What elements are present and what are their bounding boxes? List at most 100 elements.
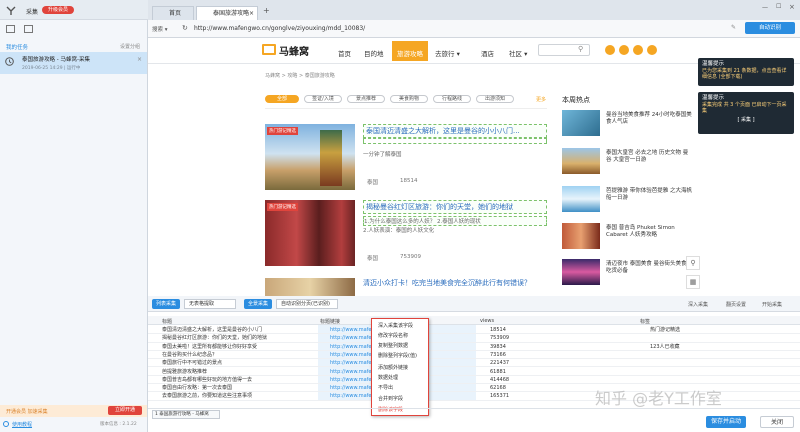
upgrade-button[interactable]: 立即开通 bbox=[108, 406, 142, 415]
nav-destination[interactable]: 目的地 bbox=[364, 48, 384, 58]
hot-item[interactable]: 泰国大皇宫 必去之地 历史文物 曼谷 大皇宫一日游 bbox=[562, 148, 692, 176]
col-header-link[interactable]: 标题链接 bbox=[320, 318, 340, 325]
qrcode-icon[interactable]: ▦ bbox=[686, 275, 700, 289]
table-row[interactable]: 泰国普吉岛都有哪些好玩的地方值得一去 http://www.mafengwo...… bbox=[148, 376, 800, 385]
bell-icon[interactable] bbox=[619, 45, 629, 55]
hot-item-title[interactable]: 泰国 普吉岛 Phuket Simon Cabaret 人妖秀攻略 bbox=[606, 225, 692, 239]
article-card[interactable]: 热门游记精选 泰国清迈清盛之大解析，这里是曼谷的小小八门... 一分钟了解泰国 … bbox=[265, 124, 547, 192]
table-cell[interactable]: 泰国清迈清盛之大解析，这里是曼谷的小八门 bbox=[162, 326, 312, 334]
table-cell[interactable]: 去泰国旅游之前，你要知道这些注意事项 bbox=[162, 392, 312, 400]
article-title[interactable]: 泰国清迈清盛之大解析，这里是曼谷的小小八门... bbox=[363, 124, 547, 138]
pagination-select[interactable]: 自动识别分页(已识别) bbox=[276, 299, 338, 309]
auto-detect-button[interactable]: 自动识别 bbox=[745, 22, 795, 34]
table-cell[interactable]: 18514 bbox=[490, 326, 640, 334]
col-header-views[interactable]: views bbox=[480, 318, 494, 324]
table-cell[interactable]: 热门游记精选 bbox=[650, 326, 800, 334]
table-cell[interactable]: 芭提雅旅游攻略推荐 bbox=[162, 368, 312, 376]
new-tab-icon[interactable]: + bbox=[263, 6, 270, 15]
table-cell[interactable]: 在曼谷购买什么纪念品？ bbox=[162, 351, 312, 359]
tab-active[interactable]: 泰国旅游攻略 × bbox=[196, 6, 258, 20]
hot-item[interactable]: 曼谷当地美食推荐 24小时吃泰国美食人气店 bbox=[562, 110, 692, 138]
site-logo[interactable]: 马蜂窝 bbox=[279, 43, 309, 58]
nav-home[interactable]: 首页 bbox=[338, 48, 351, 58]
table-cell[interactable]: 揭秘曼谷红灯区旅游：你们的天堂，她们的地狱 bbox=[162, 334, 312, 342]
ctx-item[interactable]: 修改字段名称 bbox=[378, 332, 408, 339]
col-header-title[interactable]: 标题 bbox=[162, 318, 172, 325]
search-icon[interactable]: ⚲ bbox=[578, 45, 583, 53]
table-cell[interactable]: 泰国旅行中不可错过的景点 bbox=[162, 359, 312, 367]
deep-collect-button[interactable]: 深入采集 bbox=[688, 301, 708, 308]
hot-item-title[interactable]: 曼谷当地美食推荐 24小时吃泰国美食人气店 bbox=[606, 112, 692, 126]
maximize-icon[interactable]: ☐ bbox=[776, 3, 781, 10]
close-window-icon[interactable]: × bbox=[789, 3, 795, 11]
ctx-item[interactable]: 不导出 bbox=[378, 384, 393, 391]
nav-travel[interactable]: 去旅行 ▾ bbox=[435, 48, 460, 58]
page-collect-tab[interactable]: 全景采集 bbox=[244, 299, 272, 309]
tab-close-icon[interactable]: × bbox=[249, 7, 254, 20]
table-cell[interactable]: 414468 bbox=[490, 376, 640, 384]
nav-guide[interactable]: 旅游攻略 bbox=[397, 48, 423, 58]
filter-sights[interactable]: 景点推荐 bbox=[347, 95, 385, 103]
reload-icon[interactable]: ↻ bbox=[182, 24, 188, 32]
ctx-item[interactable]: 深入采集该字段 bbox=[378, 322, 413, 329]
settings-icon[interactable] bbox=[647, 45, 657, 55]
save-start-button[interactable]: 保存并启动 bbox=[706, 416, 746, 428]
table-row[interactable]: 在曼谷购买什么纪念品？ http://www.mafengwo... 73166 bbox=[148, 351, 800, 360]
table-row[interactable]: 揭秘曼谷红灯区旅游：你们的天堂，她们的地狱 http://www.mafengwo… bbox=[148, 334, 800, 343]
ctx-item[interactable]: 数据处理 bbox=[378, 374, 398, 381]
table-row[interactable]: 芭提雅旅游攻略推荐 http://www.mafengwo... 61881 bbox=[148, 368, 800, 376]
tutorial-link[interactable]: 使用教程 bbox=[12, 421, 32, 428]
hot-item-title[interactable]: 泰国大皇宫 必去之地 历史文物 曼谷 大皇宫一日游 bbox=[606, 150, 692, 164]
nav-community[interactable]: 社区 ▾ bbox=[509, 48, 527, 58]
table-row[interactable]: 泰国清迈清盛之大解析，这里是曼谷的小八门 http://www.mafengwo.… bbox=[148, 326, 800, 335]
notification-action[interactable]: [ 采集 ] bbox=[702, 117, 790, 124]
task-close-icon[interactable]: × bbox=[137, 56, 142, 63]
table-cell[interactable]: 123人已收藏 bbox=[650, 343, 800, 351]
ctx-item[interactable]: 复制整列数据 bbox=[378, 342, 408, 349]
search-dropdown[interactable]: 搜索 ▾ bbox=[152, 25, 168, 33]
filter-notice[interactable]: 出游须知 bbox=[476, 95, 514, 103]
close-button[interactable]: 关闭 bbox=[760, 416, 794, 428]
filter-all[interactable]: 全部 bbox=[265, 95, 299, 103]
notification-card[interactable]: 温馨提示 已为您采集到 21 条数据，点击查看详细信息 (全部下载) bbox=[698, 58, 794, 86]
message-icon[interactable] bbox=[633, 45, 643, 55]
link-icon[interactable]: ⚲ bbox=[686, 256, 700, 270]
hot-item-title[interactable]: 芭提雅游 带你体验芭提雅 之大海帆船一日游 bbox=[606, 188, 692, 202]
filter-visa[interactable]: 签证/入境 bbox=[304, 95, 342, 103]
table-cell[interactable]: 泰国普吉岛都有哪些好玩的地方值得一去 bbox=[162, 376, 312, 384]
table-cell[interactable]: 泰国太美啦！这里所有都能够让你好好享受 bbox=[162, 343, 312, 351]
minimize-icon[interactable]: — bbox=[762, 4, 768, 11]
table-row[interactable]: 泰国太美啦！这里所有都能够让你好好享受 http://www.mafengwo..… bbox=[148, 343, 800, 351]
edit-url-icon[interactable]: ✎ bbox=[731, 24, 736, 31]
table-row[interactable]: 泰国旅行中不可错过的景点 http://www.mafengwo... 221437 bbox=[148, 359, 800, 368]
table-cell[interactable]: 73166 bbox=[490, 351, 640, 359]
ctx-item[interactable]: 删除整列字段(值) bbox=[378, 352, 417, 359]
tab-home[interactable]: 首页 bbox=[152, 6, 194, 20]
nav-hotel[interactable]: 酒店 bbox=[481, 48, 494, 58]
import-task-icon[interactable] bbox=[24, 25, 33, 33]
start-collect-button[interactable]: 开始采集 bbox=[762, 301, 782, 308]
user-avatar-icon[interactable] bbox=[605, 45, 615, 55]
ctx-item[interactable]: 添加额外链接 bbox=[378, 364, 408, 371]
new-task-icon[interactable] bbox=[6, 25, 15, 33]
hot-item[interactable]: 芭提雅游 带你体验芭提雅 之大海帆船一日游 bbox=[562, 186, 692, 214]
article-title[interactable]: 清迈小众打卡！吃完当地美食完全沉醉此行有何错误？ bbox=[363, 278, 531, 288]
url-field[interactable]: http://www.mafengwo.cn/gonglve/ziyouxing… bbox=[194, 25, 365, 32]
notification-card[interactable]: 温馨提示 采集完成 共 3 个页面 已启动下一页采集 [ 采集 ] bbox=[698, 92, 794, 134]
more-link[interactable]: 更多 bbox=[536, 96, 546, 103]
vip-badge[interactable]: 升级会员 bbox=[42, 6, 74, 14]
filter-food[interactable]: 美食购物 bbox=[390, 95, 428, 103]
table-cell[interactable]: 泰国自由行攻略：第一次去泰国 bbox=[162, 384, 312, 392]
table-cell[interactable]: 61881 bbox=[490, 368, 640, 376]
filter-route[interactable]: 行程路线 bbox=[433, 95, 471, 103]
hot-item[interactable]: 清迈夜市 泰国美食 曼谷街头美食 吃货必备 bbox=[562, 259, 692, 287]
page-status[interactable]: 1 泰国旅游行攻略 - 马蜂窝 bbox=[152, 410, 220, 419]
task-group-link[interactable]: 设置分组 bbox=[120, 43, 140, 50]
article-card[interactable]: 热门游记精选 揭秘曼谷红灯区旅游：你们的天堂，她们的地狱 1.为什么泰国这么多的… bbox=[265, 200, 547, 268]
table-cell[interactable]: 753909 bbox=[490, 334, 640, 342]
list-collect-tab[interactable]: 列表采集 bbox=[152, 299, 180, 309]
table-cell[interactable]: 39834 bbox=[490, 343, 640, 351]
article-title[interactable]: 揭秘曼谷红灯区旅游：你们的天堂，她们的地狱 bbox=[363, 200, 547, 214]
ctx-item[interactable]: 合并到字段 bbox=[378, 395, 403, 402]
col-header-tag[interactable]: 标签 bbox=[640, 318, 650, 325]
